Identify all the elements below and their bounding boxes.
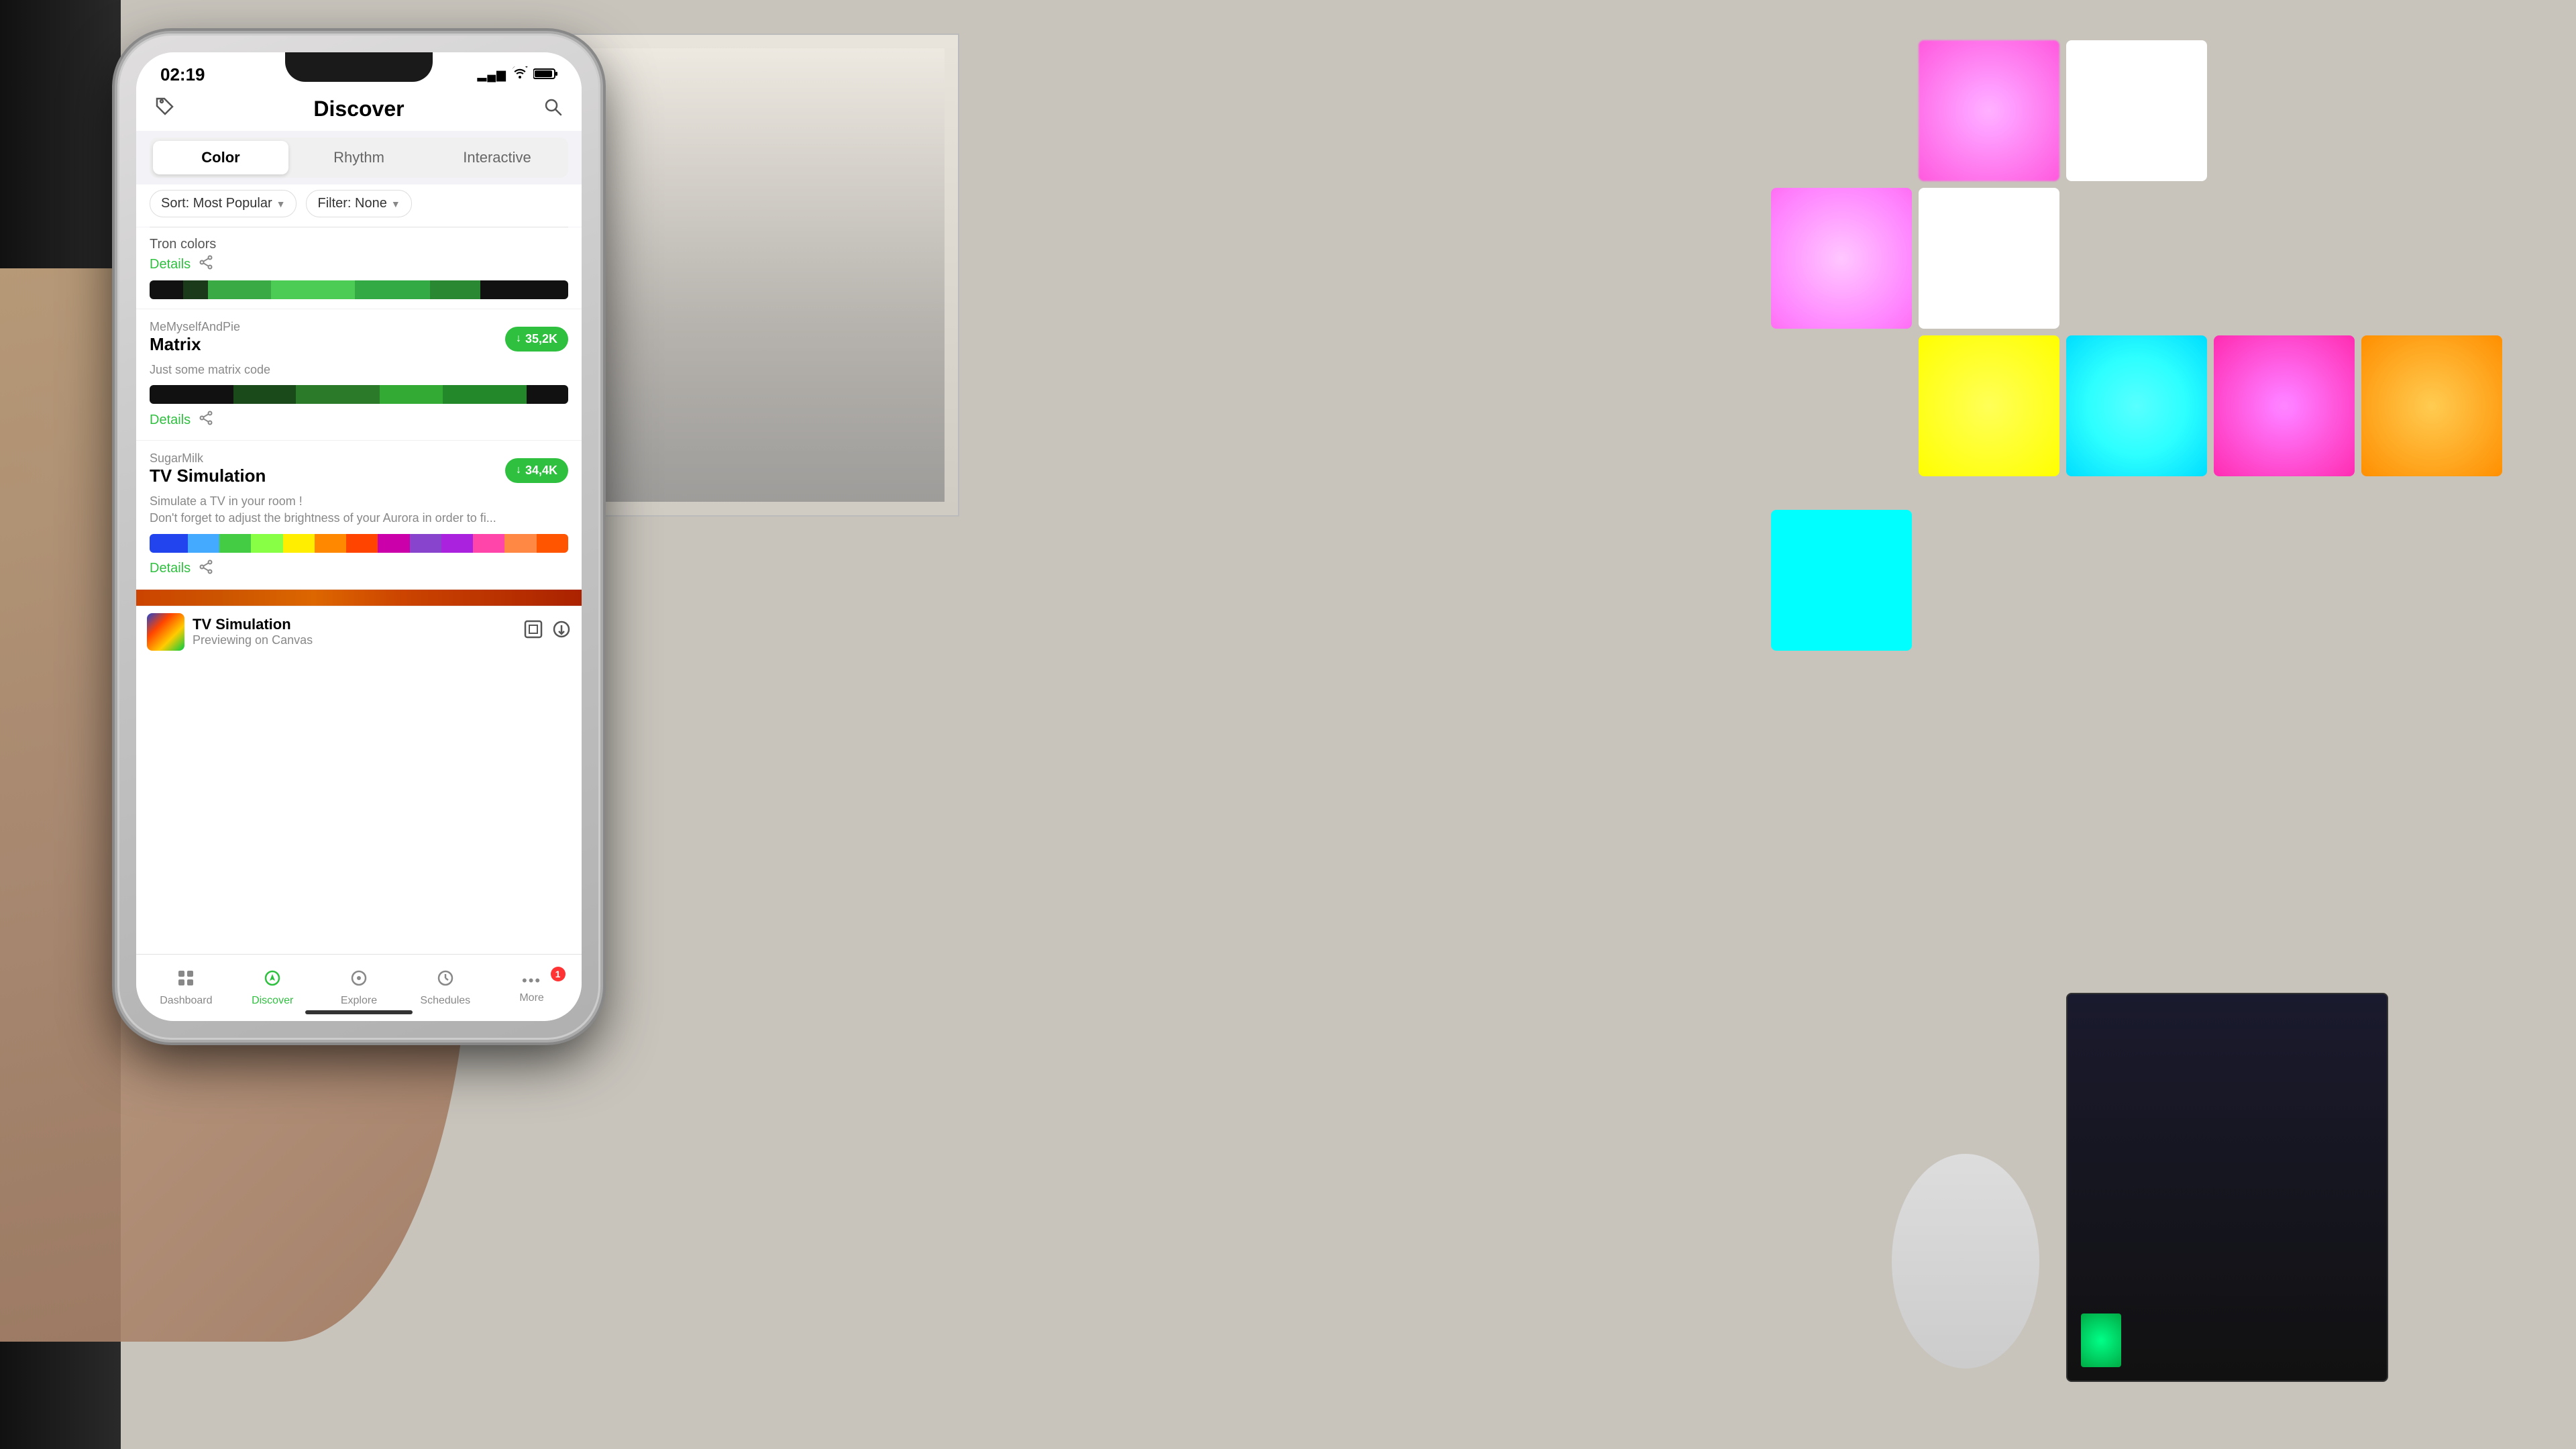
- home-indicator: [305, 1010, 413, 1014]
- matrix-effect-item: MeMyselfAndPie Matrix ↓ 35,2K Just some …: [136, 309, 582, 441]
- tab-color[interactable]: Color: [153, 141, 288, 174]
- battery-icon: [533, 68, 557, 82]
- nav-explore-label: Explore: [341, 995, 377, 1007]
- filter-arrow-icon: ▼: [391, 199, 400, 209]
- tv-name: TV Simulation: [150, 466, 266, 486]
- tv-simulation-effect-item: SugarMilk TV Simulation ↓ 34,4K Simulate…: [136, 441, 582, 589]
- preview-sub-label: Previewing on Canvas: [193, 633, 516, 647]
- preview-bar: TV Simulation Previewing on Canvas: [136, 606, 582, 657]
- nav-explore[interactable]: Explore: [332, 969, 386, 1007]
- tv-author: SugarMilk: [150, 451, 266, 466]
- tv-color-bar: [150, 534, 568, 553]
- sort-arrow-icon: ▼: [276, 199, 286, 209]
- tron-title: Tron colors: [150, 237, 568, 252]
- preview-thumbnail: [147, 613, 184, 651]
- nanoleaf-panel-pink-3: [2214, 335, 2355, 476]
- nanoleaf-panel-white-1: [2066, 40, 2207, 181]
- dashboard-icon: [176, 969, 195, 992]
- status-time: 02:19: [160, 64, 205, 85]
- nanoleaf-panel-cyan: [2066, 335, 2207, 476]
- signal-icon: ▂▄▆: [478, 68, 506, 82]
- tv-header: SugarMilk TV Simulation ↓ 34,4K: [150, 451, 568, 489]
- nanoleaf-panel-orange: [2361, 335, 2502, 476]
- tv-meta: SugarMilk TV Simulation: [150, 451, 266, 489]
- matrix-download-count: 35,2K: [525, 332, 557, 346]
- matrix-author: MeMyselfAndPie: [150, 320, 240, 334]
- wifi-icon: [512, 66, 528, 83]
- tron-share-icon[interactable]: [199, 255, 213, 274]
- nav-schedules-label: Schedules: [420, 995, 470, 1007]
- preview-action-buttons: [524, 620, 571, 643]
- tron-color-bar: [150, 280, 568, 299]
- more-badge: 1: [551, 967, 566, 981]
- matrix-actions: Details: [150, 411, 568, 429]
- search-icon[interactable]: [543, 97, 563, 121]
- page-title: Discover: [313, 97, 404, 121]
- nav-more[interactable]: ••• 1 More: [505, 972, 559, 1004]
- phone: 02:19 ▂▄▆ Discover: [117, 34, 600, 1040]
- matrix-description: Just some matrix code: [150, 362, 568, 378]
- effects-list: Tron colors Details: [136, 227, 582, 955]
- nanoleaf-panel-yellow: [1919, 335, 2059, 476]
- tv-download-count: 34,4K: [525, 464, 557, 478]
- canvas-icon[interactable]: [524, 620, 543, 643]
- schedules-icon: [436, 969, 455, 992]
- nav-dashboard[interactable]: Dashboard: [159, 969, 213, 1007]
- tv-actions: Details: [150, 559, 568, 578]
- bottom-color-stripe: [136, 590, 582, 606]
- apply-icon[interactable]: [552, 620, 571, 643]
- phone-screen: 02:19 ▂▄▆ Discover: [136, 52, 582, 1021]
- tab-rhythm[interactable]: Rhythm: [291, 141, 427, 174]
- matrix-name: Matrix: [150, 334, 240, 355]
- phone-notch: [285, 52, 433, 82]
- matrix-download-badge[interactable]: ↓ 35,2K: [505, 327, 568, 352]
- preview-text: TV Simulation Previewing on Canvas: [193, 616, 516, 647]
- explore-icon: [350, 969, 368, 992]
- nanoleaf-panel-white-2: [1919, 188, 2059, 329]
- category-tabs: Color Rhythm Interactive: [150, 138, 568, 178]
- download-icon: ↓: [516, 333, 521, 345]
- nanoleaf-panel-pink-top: [1919, 40, 2059, 181]
- nav-schedules[interactable]: Schedules: [419, 969, 472, 1007]
- nav-more-label: More: [519, 992, 543, 1004]
- tron-actions: Details: [150, 255, 568, 274]
- status-icons: ▂▄▆: [478, 66, 557, 83]
- tron-details-link[interactable]: Details: [150, 257, 191, 272]
- tag-icon[interactable]: [155, 97, 175, 121]
- nanoleaf-panels: [1771, 40, 2375, 644]
- matrix-meta: MeMyselfAndPie Matrix: [150, 320, 240, 358]
- phone-frame: 02:19 ▂▄▆ Discover: [117, 34, 600, 1040]
- matrix-details-link[interactable]: Details: [150, 413, 191, 428]
- tv-share-icon[interactable]: [199, 559, 213, 578]
- matrix-color-bar: [150, 385, 568, 404]
- nav-discover-label: Discover: [252, 995, 293, 1007]
- tv-download-badge[interactable]: ↓ 34,4K: [505, 458, 568, 483]
- nanoleaf-panel-pink-2: [1771, 188, 1912, 329]
- matrix-share-icon[interactable]: [199, 411, 213, 429]
- tv-details-link[interactable]: Details: [150, 561, 191, 576]
- pc-case: [2066, 993, 2388, 1382]
- filter-row: Sort: Most Popular ▼ Filter: None ▼: [136, 184, 582, 227]
- more-icon: •••: [522, 972, 541, 989]
- tab-interactive[interactable]: Interactive: [429, 141, 565, 174]
- tv-download-icon: ↓: [516, 464, 521, 476]
- app-header: Discover: [136, 87, 582, 131]
- discover-icon: [263, 969, 282, 992]
- speaker: [1892, 1154, 2039, 1368]
- tv-description: Simulate a TV in your room ! Don't forge…: [150, 493, 568, 527]
- filter-select[interactable]: Filter: None ▼: [306, 190, 411, 217]
- nav-discover[interactable]: Discover: [246, 969, 299, 1007]
- sort-select[interactable]: Sort: Most Popular ▼: [150, 190, 297, 217]
- nanoleaf-panel-cyan-bottom: [1771, 510, 1912, 651]
- tron-effect-item: Tron colors Details: [136, 227, 582, 309]
- nav-dashboard-label: Dashboard: [160, 995, 212, 1007]
- pc-rgb-light: [2081, 1313, 2121, 1367]
- matrix-header: MeMyselfAndPie Matrix ↓ 35,2K: [150, 320, 568, 358]
- preview-effect-name: TV Simulation: [193, 616, 516, 633]
